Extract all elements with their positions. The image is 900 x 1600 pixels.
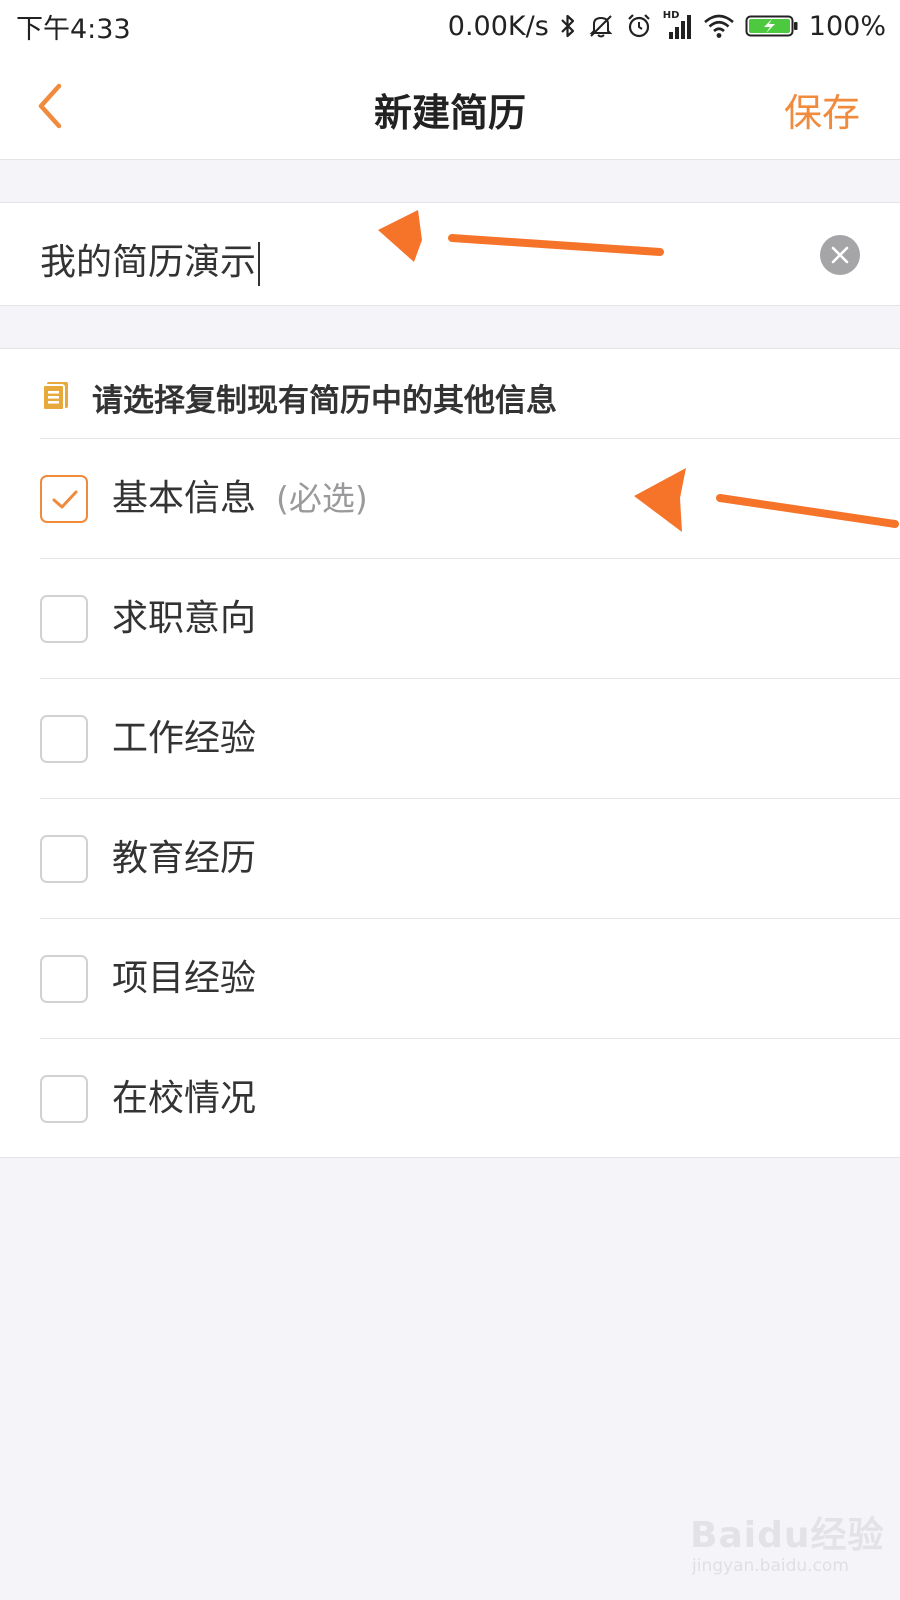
- nav-bar: 新建简历 保存: [0, 52, 900, 160]
- option-label: 工作经验: [112, 718, 257, 759]
- checkbox[interactable]: [40, 475, 88, 523]
- battery-charging-icon: [745, 15, 798, 37]
- copy-options-card: 请选择复制现有简历中的其他信息 基本信息 (必选) 求职意向 工作经验 教育经历 …: [0, 348, 900, 1158]
- status-bar: 下午4:33 0.00K/s HD 100%: [0, 0, 900, 52]
- watermark-brand: Baidu经验: [690, 1515, 885, 1556]
- save-button[interactable]: 保存: [784, 82, 860, 137]
- resume-name-value: 我的简历演示: [40, 242, 257, 283]
- alarm-icon: [628, 14, 650, 38]
- copy-options-header: 请选择复制现有简历中的其他信息: [40, 349, 900, 439]
- copy-options-title: 请选择复制现有简历中的其他信息: [92, 383, 557, 419]
- status-time: 下午4:33: [16, 13, 131, 45]
- checkbox[interactable]: [40, 715, 88, 763]
- resume-name-row: 我的简历演示: [0, 202, 900, 306]
- text-cursor: [258, 242, 261, 286]
- mute-icon: [589, 15, 613, 38]
- status-icons: 0.00K/s HD 100%: [447, 10, 886, 42]
- option-job-intention[interactable]: 求职意向: [40, 559, 900, 679]
- clear-input-button[interactable]: [820, 235, 860, 275]
- document-icon: [42, 382, 68, 411]
- bluetooth-icon: [561, 14, 574, 38]
- clear-icon: [831, 246, 849, 264]
- option-label: 教育经历: [112, 838, 257, 879]
- checkbox[interactable]: [40, 835, 88, 883]
- signal-icon: HD: [663, 10, 693, 40]
- page-title: 新建简历: [373, 91, 526, 135]
- network-speed: 0.00K/s: [447, 10, 549, 42]
- option-label: 求职意向: [112, 598, 257, 639]
- option-campus-experience[interactable]: 在校情况: [40, 1039, 900, 1159]
- resume-name-input[interactable]: 我的简历演示: [40, 233, 261, 286]
- watermark-url: jingyan.baidu.com: [692, 1556, 849, 1576]
- battery-level: 100%: [808, 10, 886, 42]
- option-label: 基本信息 (必选): [112, 475, 368, 523]
- checkbox[interactable]: [40, 955, 88, 1003]
- option-project-experience[interactable]: 项目经验: [40, 919, 900, 1039]
- option-label-text: 基本信息: [112, 478, 257, 519]
- checkbox[interactable]: [40, 1075, 88, 1123]
- required-note: (必选): [276, 479, 368, 518]
- option-label: 在校情况: [112, 1078, 257, 1119]
- wifi-icon: [703, 14, 734, 38]
- checkbox[interactable]: [40, 595, 88, 643]
- option-education[interactable]: 教育经历: [40, 799, 900, 919]
- option-basic-info[interactable]: 基本信息 (必选): [40, 439, 900, 559]
- option-label: 项目经验: [112, 958, 257, 999]
- option-work-experience[interactable]: 工作经验: [40, 679, 900, 799]
- baidu-watermark: Baidu经验 jingyan.baidu.com: [690, 1496, 890, 1596]
- checkmark-icon: [52, 490, 78, 509]
